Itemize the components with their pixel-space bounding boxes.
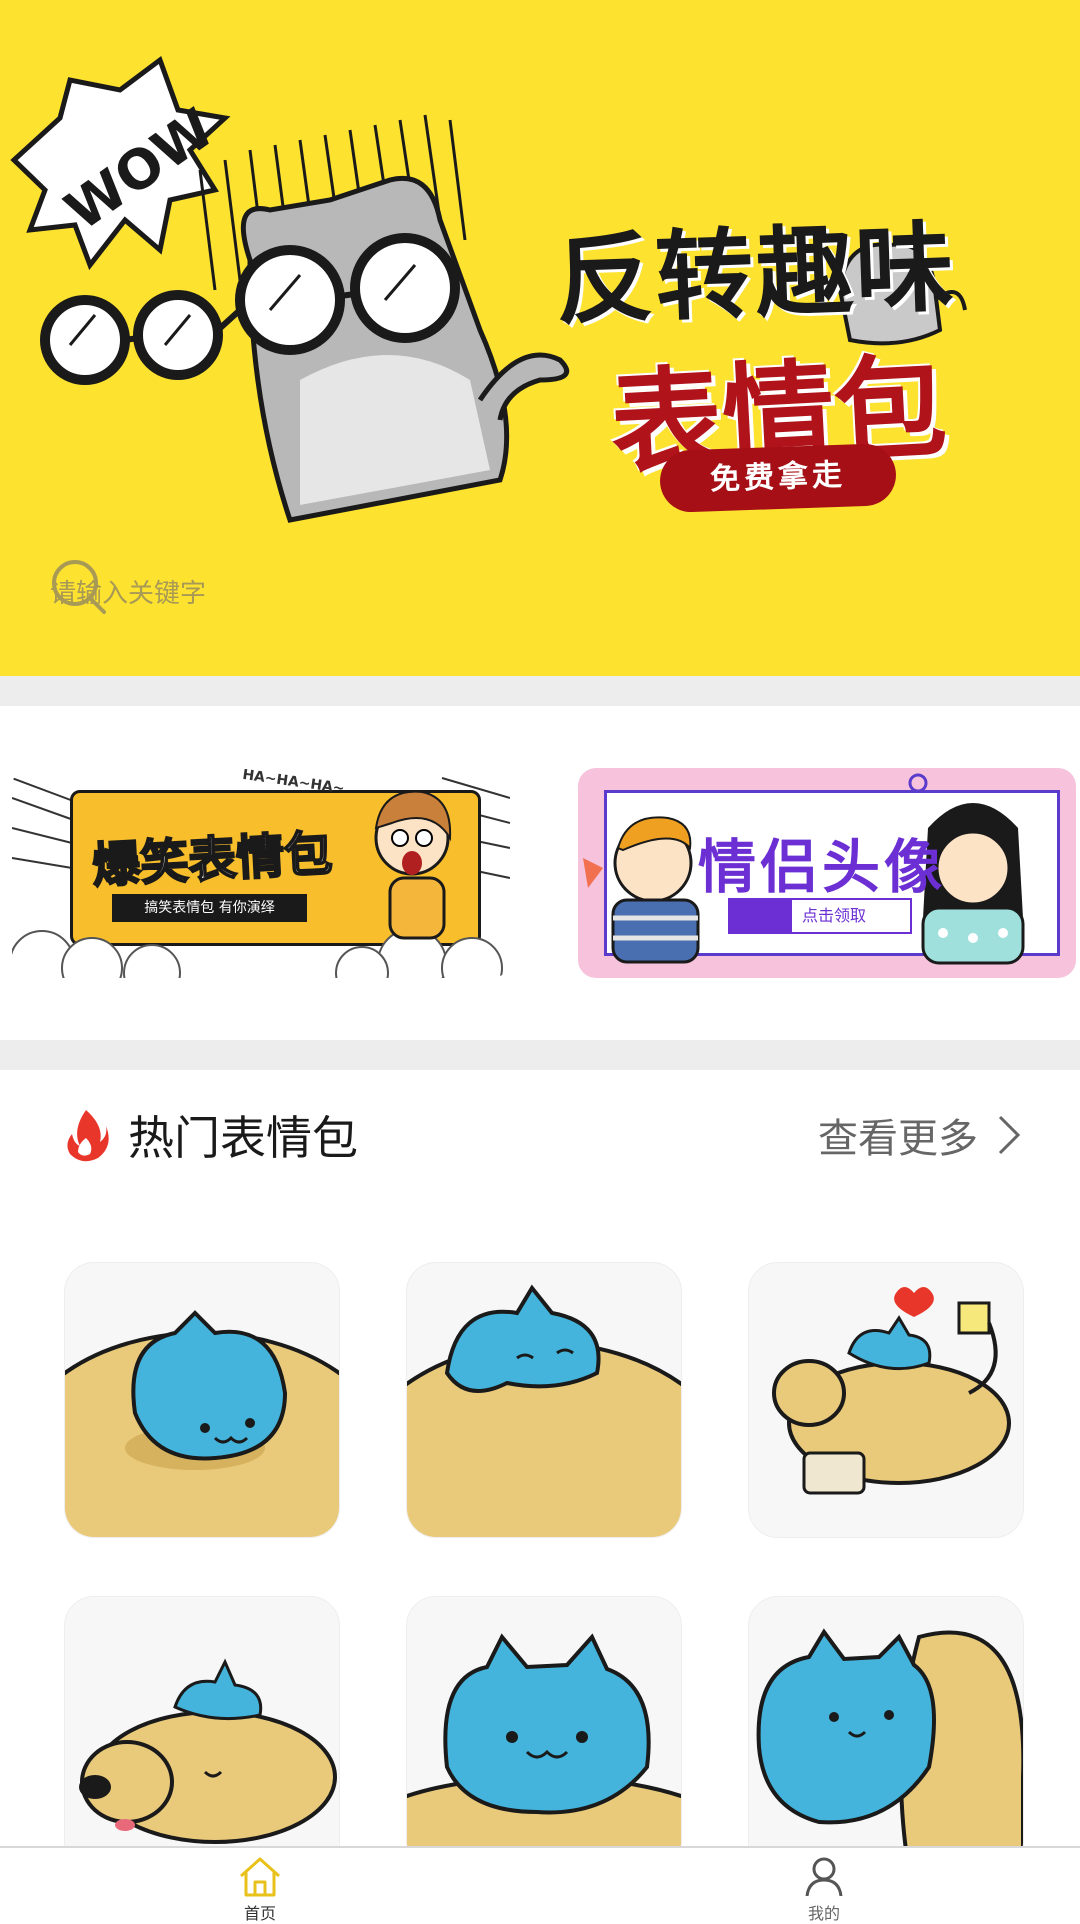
sticker-tile[interactable] bbox=[406, 1262, 682, 1538]
user-icon bbox=[805, 1857, 843, 1897]
sticker-tile[interactable] bbox=[748, 1262, 1024, 1538]
sticker-tile[interactable] bbox=[64, 1262, 340, 1538]
fire-icon bbox=[67, 1110, 109, 1162]
tab-home[interactable]: 首页 bbox=[180, 1854, 340, 1923]
tab-profile-label: 我的 bbox=[807, 1904, 840, 1923]
banner-funny-stickers[interactable]: 爆笑表情包 搞笑表情包 有你演绎 HA~HA~HA~ bbox=[12, 768, 510, 978]
search-icon bbox=[730, 900, 792, 932]
banner-b-title: 情侣头像 bbox=[698, 833, 947, 901]
sticker-tile[interactable] bbox=[406, 1596, 682, 1872]
sticker-tile[interactable] bbox=[64, 1596, 340, 1872]
sticker-image bbox=[756, 1628, 1023, 1871]
hero-banner[interactable]: WOW 反转趣味 表情包 免费拿走 请输入关键字 bbox=[0, 0, 1080, 676]
chevron-right-icon bbox=[998, 1115, 1021, 1155]
section-divider bbox=[0, 676, 1080, 706]
sticker-image bbox=[65, 1310, 339, 1537]
tab-profile[interactable]: 我的 bbox=[744, 1854, 904, 1923]
sticker-image bbox=[407, 1633, 681, 1871]
sticker-image bbox=[407, 1284, 681, 1537]
hero-badge[interactable]: 免费拿走 bbox=[658, 442, 898, 514]
banner-b-search: 点击领取 bbox=[728, 898, 912, 934]
search-input[interactable] bbox=[48, 578, 752, 610]
banner-couple-avatars[interactable]: 情侣头像 点击领取 bbox=[578, 768, 1076, 978]
banner-a-title: 爆笑表情包 bbox=[90, 825, 335, 895]
search-icon bbox=[52, 560, 106, 614]
home-icon bbox=[239, 1857, 281, 1897]
section-divider bbox=[0, 1040, 1080, 1070]
tab-home-label: 首页 bbox=[243, 1904, 276, 1923]
sticker-tile[interactable] bbox=[748, 1596, 1024, 1872]
banner-b-search-text: 点击领取 bbox=[802, 906, 867, 925]
bottom-tab-bar: 首页 我的 bbox=[0, 1846, 1080, 1923]
sticker-image bbox=[772, 1287, 1011, 1495]
banner-a-subtitle: 搞笑表情包 有你演绎 bbox=[112, 894, 307, 922]
hot-stickers-header: 热门表情包 查看更多 bbox=[64, 1100, 1024, 1170]
search-bar[interactable] bbox=[48, 556, 1032, 632]
see-more-label: 查看更多 bbox=[818, 1116, 978, 1162]
section-title: 热门表情包 bbox=[128, 1111, 358, 1165]
see-more-link[interactable]: 查看更多 bbox=[818, 1106, 1024, 1164]
sticker-image bbox=[79, 1658, 337, 1844]
